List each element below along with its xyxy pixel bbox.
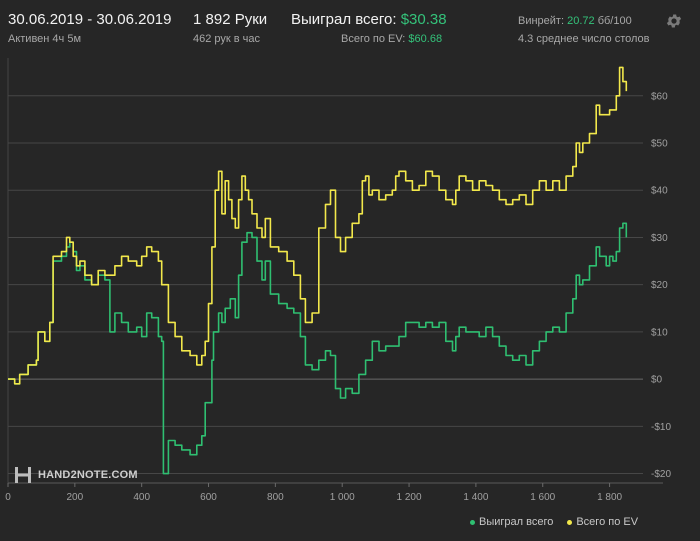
x-tick-label: 1 400 [463,492,488,503]
x-tick-label: 0 [5,492,11,503]
legend-dot-ev [567,519,573,525]
hand2note-logo: HAND2NOTE.COM [14,464,138,486]
x-tick-label: 400 [133,492,150,503]
x-tick-label: 800 [267,492,284,503]
profit-chart: -$20 -$10 $0 $10 $20 $30 $40 $50 $60 0 200 400 600 80… [5,58,671,503]
chart-legend: Выиграл всего Всего по EV [470,516,638,528]
y-tick-label: -$10 [651,422,671,433]
x-tick-label: 600 [200,492,217,503]
y-tick-label: $30 [651,233,668,244]
x-tick-label: 1 600 [530,492,555,503]
hand2note-logo-icon [15,467,31,483]
legend-label-ev: Всего по EV [576,516,639,528]
series-line-ev [8,66,628,385]
hand2note-logo-text: HAND2NOTE.COM [38,469,138,481]
x-tick-label: 200 [66,492,83,503]
legend-item-ev[interactable]: Всего по EV [567,516,638,528]
x-tick-label: 1 000 [330,492,355,503]
x-tick-label: 1 800 [597,492,622,503]
series-line-won [8,222,628,475]
legend-dot-won [470,519,475,525]
y-tick-label: $0 [651,375,663,386]
legend-label-won: Выиграл всего [479,516,554,528]
legend-item-won[interactable]: Выиграл всего [470,516,553,528]
x-tick-label: 1 200 [397,492,422,503]
y-tick-label: $10 [651,327,668,338]
y-tick-label: -$20 [651,469,671,480]
y-tick-label: $40 [651,186,668,197]
y-tick-label: $50 [651,139,668,150]
y-tick-label: $20 [651,280,668,291]
y-tick-label: $60 [651,91,668,102]
